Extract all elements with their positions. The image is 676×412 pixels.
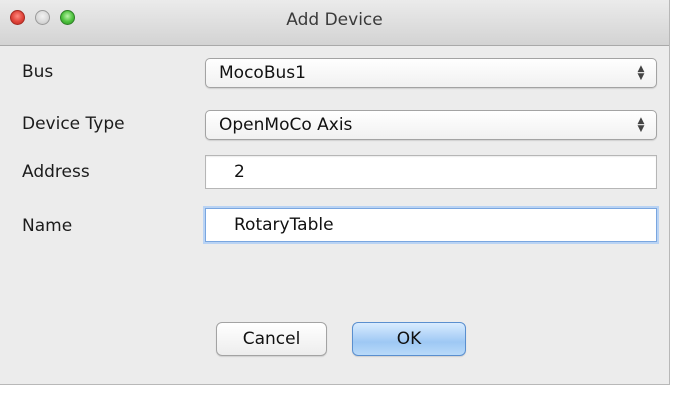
window-title: Add Device [286,10,383,30]
bus-select-value: MocoBus1 [219,63,306,83]
bus-select[interactable]: MocoBus1 ▲ ▼ [205,58,657,88]
up-down-arrows-icon: ▲ ▼ [637,116,645,134]
name-field-value: RotaryTable [234,215,334,235]
ok-button[interactable]: OK [352,322,466,356]
name-label: Name [22,216,73,236]
address-label: Address [22,162,90,182]
address-field-value: 2 [234,162,245,182]
up-down-arrows-icon: ▲ ▼ [637,64,645,82]
title-bar[interactable]: Add Device [0,0,669,46]
cancel-button[interactable]: Cancel [216,322,327,356]
bus-label: Bus [22,62,54,82]
device-type-select[interactable]: OpenMoCo Axis ▲ ▼ [205,110,657,140]
add-device-dialog: Add Device Bus MocoBus1 ▲ ▼ Device Type O… [0,0,670,385]
device-type-select-value: OpenMoCo Axis [219,115,353,135]
address-field[interactable]: 2 [205,155,657,189]
device-type-label: Device Type [22,114,125,134]
name-field[interactable]: RotaryTable [205,208,657,242]
